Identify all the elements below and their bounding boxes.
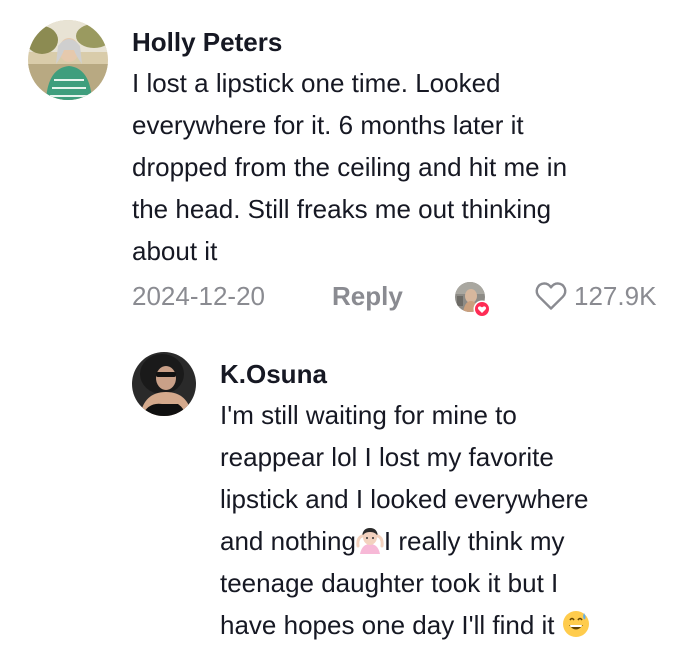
comment-text-line: about it	[132, 236, 218, 266]
reply-text-line: lipstick and I looked everywhere	[220, 484, 589, 514]
profile-photo	[28, 20, 108, 100]
reply-username[interactable]: K.Osuna	[220, 358, 327, 390]
comment-username[interactable]: Holly Peters	[132, 26, 282, 58]
reply-text-line: have hopes one day I'll find it	[220, 604, 590, 646]
reply-text: I'm still waiting for mine to reappear l…	[220, 394, 590, 646]
reply-text-line: and nothing I really think my	[220, 520, 590, 562]
comment-text: I lost a lipstick one time. Looked every…	[132, 62, 567, 272]
reply-profile-photo	[132, 352, 196, 416]
reply-comment: K.Osuna I'm still waiting for mine to re…	[0, 330, 686, 652]
heart-badge-icon	[473, 300, 491, 318]
comment-text-line: I lost a lipstick one time. Looked	[132, 68, 501, 98]
creator-liked-avatar	[455, 282, 491, 318]
heart-outline-icon[interactable]	[534, 280, 568, 312]
comment-text-line: everywhere for it. 6 months later it	[132, 110, 524, 140]
reply-text-segment: I really think my	[383, 526, 565, 556]
comment-text-line: the head. Still freaks me out thinking	[132, 194, 552, 224]
like-button[interactable]: 127.9K	[534, 280, 656, 312]
comment-date: 2024-12-20	[132, 281, 265, 311]
avatar[interactable]	[28, 20, 108, 100]
reply-button[interactable]: Reply	[332, 280, 403, 312]
woman-shrugging-emoji-icon	[356, 528, 384, 554]
reply-text-line: teenage daughter took it but I	[220, 568, 559, 598]
like-count: 127.9K	[574, 281, 657, 311]
reply-avatar[interactable]	[132, 352, 196, 416]
reply-text-segment: have hopes one day I'll find it	[220, 610, 555, 640]
reply-text-line: I'm still waiting for mine to	[220, 400, 517, 430]
comment: Holly Peters I lost a lipstick one time.…	[0, 0, 686, 330]
grinning-sweat-emoji-icon	[562, 611, 589, 637]
reply-text-line: reappear lol I lost my favorite	[220, 442, 554, 472]
reply-text-segment: and nothing	[220, 526, 356, 556]
comment-text-line: dropped from the ceiling and hit me in	[132, 152, 568, 182]
creator-liked-photo	[455, 282, 491, 318]
